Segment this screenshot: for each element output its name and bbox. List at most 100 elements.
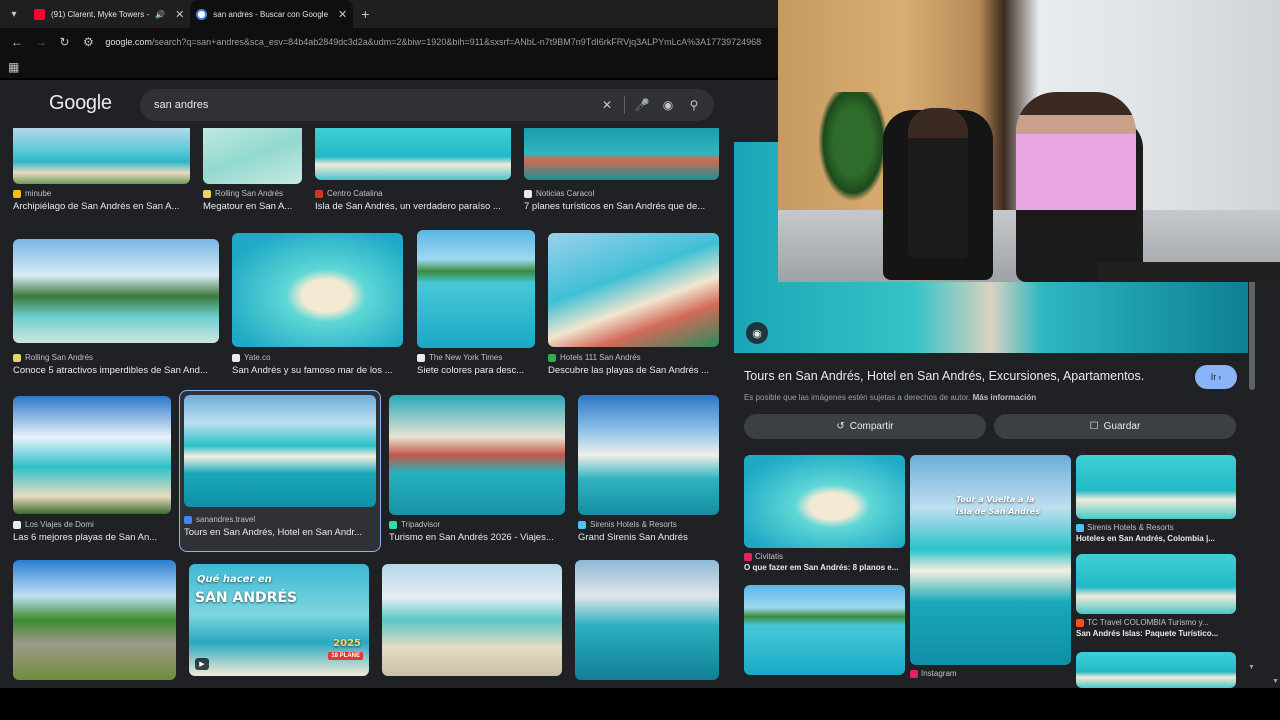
result-thumbnail[interactable] <box>13 128 190 184</box>
result-thumbnail[interactable] <box>575 560 719 680</box>
related-title[interactable]: O que fazer em San Andrés: 8 planos e... <box>744 563 905 572</box>
result-source: Noticias Caracol <box>524 189 719 198</box>
result-thumbnail[interactable] <box>524 128 719 180</box>
more-info-link[interactable]: Más información <box>973 393 1037 402</box>
search-input[interactable] <box>154 99 594 111</box>
result-thumbnail[interactable] <box>13 560 176 680</box>
related-image[interactable] <box>744 585 905 675</box>
microphone-icon[interactable]: 🎤 <box>629 92 655 118</box>
share-button[interactable]: ↺ Compartir <box>744 414 986 439</box>
tab-google-search[interactable]: san andres - Buscar con Google ✕ <box>190 0 354 28</box>
new-tab-plus-icon[interactable]: + <box>353 6 377 22</box>
site-info-icon[interactable]: ⚙ <box>77 31 99 53</box>
search-box[interactable]: ✕ 🎤 ◉ ⚲ <box>140 89 714 121</box>
image-result[interactable] <box>575 560 719 680</box>
clear-icon[interactable]: ✕ <box>594 92 620 118</box>
related-title[interactable]: San Andrés Islas: Paquete Turístico... <box>1076 629 1236 638</box>
speaker-icon[interactable]: 🔊 <box>155 10 165 19</box>
result-title[interactable]: Isla de San Andrés, un verdadero paraíso… <box>315 201 511 212</box>
video-play-icon: ▶ <box>195 658 209 670</box>
result-title[interactable]: Megatour en San A... <box>203 201 302 212</box>
site-favicon-icon <box>203 189 211 198</box>
result-title[interactable]: Grand Sirenis San Andrés <box>578 532 719 543</box>
google-logo[interactable]: Google <box>49 92 112 115</box>
result-thumbnail[interactable] <box>13 396 171 514</box>
url-field[interactable]: google.com/search?q=san+andres&sca_esv=8… <box>105 37 780 47</box>
image-result[interactable]: Tripadvisor Turismo en San Andrés 2026 -… <box>389 395 565 543</box>
related-image[interactable]: Tour a Vuelta a la Isla de San Andrés In… <box>910 455 1071 678</box>
result-title[interactable]: Archipiélago de San Andrés en San A... <box>13 201 190 212</box>
webcam-person <box>908 108 968 258</box>
result-thumbnail[interactable] <box>417 230 535 348</box>
lens-search-icon[interactable]: ◉ <box>746 322 768 344</box>
image-result[interactable]: Rolling San Andrés Conoce 5 atractivos i… <box>13 238 219 376</box>
result-title[interactable]: 7 planes turísticos en San Andrés que de… <box>524 201 719 212</box>
back-arrow-icon[interactable]: ← <box>6 31 28 53</box>
image-result-selected[interactable]: sanandres.travel Tours en San Andrés, Ho… <box>179 390 381 552</box>
related-thumbnail[interactable] <box>1076 652 1236 688</box>
site-favicon-icon <box>548 353 556 362</box>
result-thumbnail[interactable] <box>232 233 403 347</box>
related-image[interactable]: Sirenis Hotels & Resorts Hoteles en San … <box>1076 455 1236 543</box>
result-thumbnail[interactable] <box>382 564 562 676</box>
result-title[interactable]: Las 6 mejores playas de San An... <box>13 532 171 543</box>
result-thumbnail[interactable]: Qué hacer en SAN ANDRÉS 2025 18 PLANE ▶ <box>189 564 369 676</box>
close-tab-icon[interactable]: ✕ <box>338 8 347 21</box>
image-result[interactable]: minube Archipiélago de San Andrés en San… <box>13 128 190 212</box>
visit-button[interactable]: Ir › <box>1195 365 1237 389</box>
site-favicon-icon <box>744 552 752 561</box>
related-image[interactable] <box>1076 652 1236 688</box>
result-thumbnail[interactable] <box>578 395 719 515</box>
thumbnail-overlay-year: 2025 <box>333 638 361 649</box>
panel-scrollbar[interactable] <box>1249 280 1255 390</box>
result-thumbnail[interactable] <box>13 239 219 343</box>
related-thumbnail[interactable] <box>1076 554 1236 614</box>
related-thumbnail[interactable] <box>1076 455 1236 519</box>
youtube-icon <box>34 8 45 20</box>
related-thumbnail[interactable] <box>744 455 905 548</box>
result-source: Sirenis Hotels & Resorts <box>578 520 719 529</box>
reload-icon[interactable]: ↻ <box>54 31 76 53</box>
related-image[interactable]: Civitatis O que fazer em San Andrés: 8 p… <box>744 455 905 572</box>
image-result[interactable]: Sirenis Hotels & Resorts Grand Sirenis S… <box>578 395 719 543</box>
webcam-overlay <box>778 0 1280 282</box>
image-result[interactable]: Yate.co San Andrés y su famoso mar de lo… <box>232 233 403 376</box>
result-thumbnail[interactable] <box>315 128 511 180</box>
scroll-down-arrow-icon[interactable]: ▼ <box>1248 664 1255 671</box>
image-result[interactable]: Hotels 111 San Andrés Descubre las playa… <box>548 233 719 376</box>
image-result[interactable]: Noticias Caracol 7 planes turísticos en … <box>524 128 719 212</box>
image-result[interactable]: Rolling San Andrés Megatour en San A... <box>203 128 302 212</box>
apps-grid-icon[interactable]: ▦ <box>8 60 19 74</box>
page-scroll-down-arrow-icon[interactable]: ▼ <box>1272 678 1279 685</box>
save-button[interactable]: ☐ Guardar <box>994 414 1236 439</box>
tab-youtube[interactable]: (91) Clarent, Myke Towers - 🔊 ✕ <box>28 0 190 28</box>
tab-search-chevron-icon[interactable]: ▾ <box>0 0 28 28</box>
lens-icon[interactable]: ◉ <box>655 92 681 118</box>
image-result[interactable] <box>382 564 562 676</box>
image-result[interactable]: The New York Times Siete colores para de… <box>417 230 535 376</box>
search-icon[interactable]: ⚲ <box>681 92 707 118</box>
image-result[interactable]: Qué hacer en SAN ANDRÉS 2025 18 PLANE ▶ <box>189 564 369 676</box>
result-title[interactable]: San Andrés y su famoso mar de los ... <box>232 365 403 376</box>
preview-title[interactable]: Tours en San Andrés, Hotel en San Andrés… <box>744 369 1144 383</box>
related-thumbnail[interactable]: Tour a Vuelta a la Isla de San Andrés <box>910 455 1071 665</box>
image-result[interactable]: Los Viajes de Domi Las 6 mejores playas … <box>13 396 171 543</box>
image-result[interactable]: Centro Catalina Isla de San Andrés, un v… <box>315 128 511 212</box>
result-thumbnail[interactable] <box>548 233 719 347</box>
related-title[interactable]: Hoteles en San Andrés, Colombia |... <box>1076 534 1236 543</box>
related-image[interactable]: TC Travel COLOMBIA Turismo y... San Andr… <box>1076 554 1236 638</box>
result-thumbnail[interactable] <box>184 395 376 507</box>
result-title[interactable]: Conoce 5 atractivos imperdibles de San A… <box>13 365 219 376</box>
address-bar-row: ← → ↻ ⚙ google.com/search?q=san+andres&s… <box>0 28 780 56</box>
close-tab-icon[interactable]: ✕ <box>175 8 184 21</box>
result-source: Tripadvisor <box>389 520 565 529</box>
result-title[interactable]: Tours en San Andrés, Hotel en San Andr..… <box>184 527 376 538</box>
related-thumbnail[interactable] <box>744 585 905 675</box>
result-thumbnail[interactable] <box>203 128 302 184</box>
result-title[interactable]: Siete colores para desc... <box>417 365 535 376</box>
result-title[interactable]: Turismo en San Andrés 2026 - Viajes... <box>389 532 565 543</box>
result-thumbnail[interactable] <box>389 395 565 515</box>
result-title[interactable]: Descubre las playas de San Andrés ... <box>548 365 719 376</box>
image-result[interactable] <box>13 560 176 680</box>
forward-arrow-icon[interactable]: → <box>30 31 52 53</box>
